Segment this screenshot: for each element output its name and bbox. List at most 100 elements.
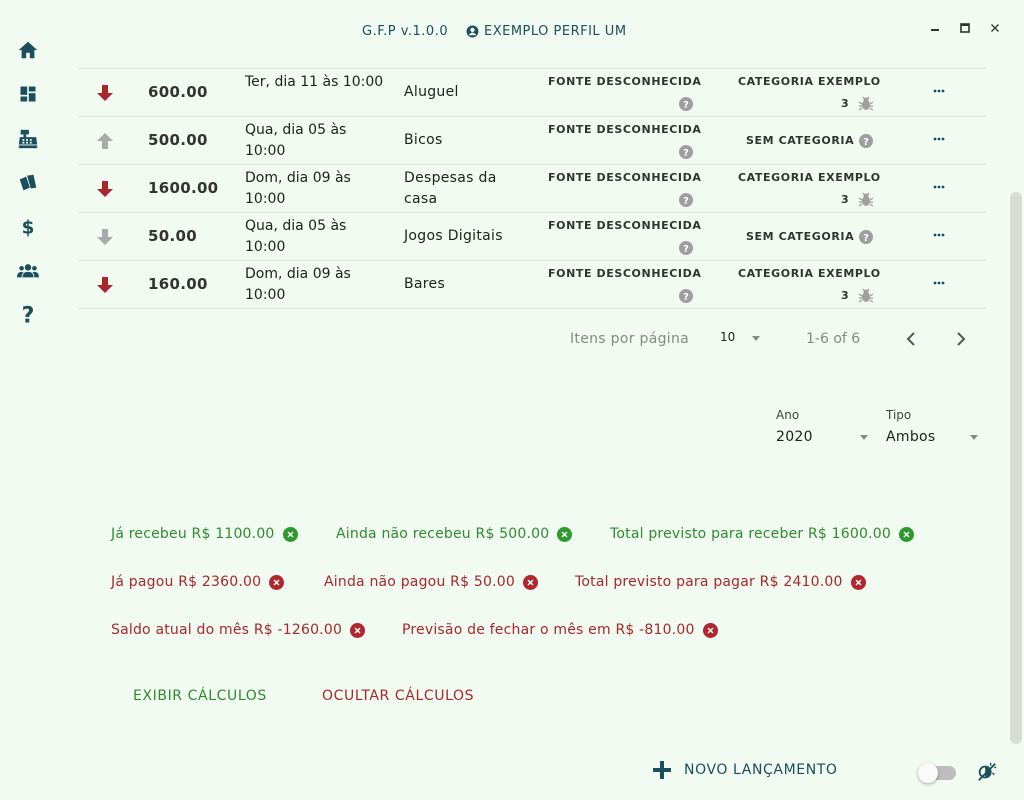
arrow-up-icon xyxy=(97,133,113,149)
row-source: FONTE DESCONHECIDA xyxy=(548,219,702,232)
svg-text:?: ? xyxy=(863,137,869,148)
help-circle-icon[interactable]: ? xyxy=(679,289,693,303)
row-more-button[interactable] xyxy=(932,131,946,147)
chip-not-received: Ainda não recebeu R$ 500.00 xyxy=(336,522,573,546)
help-circle-icon[interactable]: ? xyxy=(679,241,693,255)
table-row: 160.00 Dom, dia 09 às 10:00 Bares FONTE … xyxy=(78,261,987,309)
close-icon xyxy=(991,24,999,32)
close-icon xyxy=(527,578,534,586)
sidebar-item-cards[interactable] xyxy=(16,171,40,195)
remove-chip-button[interactable] xyxy=(850,574,866,590)
previous-page-button[interactable] xyxy=(902,330,920,348)
new-entry-label: NOVO LANÇAMENTO xyxy=(684,762,838,778)
show-calculations-button[interactable]: EXIBIR CÁLCULOS xyxy=(133,688,267,704)
sidebar-item-dashboard[interactable] xyxy=(16,82,40,106)
remove-chip-button[interactable] xyxy=(702,622,718,638)
row-more-button[interactable] xyxy=(932,227,946,243)
row-more-button[interactable] xyxy=(932,83,946,99)
svg-text:?: ? xyxy=(683,196,689,207)
row-description: Aluguel xyxy=(404,84,459,100)
chevron-down-icon xyxy=(860,435,868,440)
table-row: 500.00 Qua, dia 05 às 10:00 Bicos FONTE … xyxy=(78,117,987,165)
more-horizontal-icon xyxy=(933,281,945,285)
transactions-table: 600.00 Ter, dia 11 às 10:00 Aluguel FONT… xyxy=(78,68,987,309)
remove-chip-button[interactable] xyxy=(557,526,573,542)
more-horizontal-icon xyxy=(933,185,945,189)
chip-balance-label: Saldo atual do mês R$ -1260.00 xyxy=(111,622,343,638)
svg-text:$: $ xyxy=(22,217,35,238)
minimize-button[interactable] xyxy=(925,18,945,38)
theme-light-dark-icon[interactable] xyxy=(976,761,998,783)
next-page-button[interactable] xyxy=(952,330,970,348)
chip-forecast-label: Previsão de fechar o mês em R$ -810.00 xyxy=(402,622,695,638)
row-more-button[interactable] xyxy=(932,179,946,195)
row-category: SEM CATEGORIA xyxy=(746,134,855,147)
row-date: Dom, dia 09 às 10:00 xyxy=(245,170,351,207)
svg-text:?: ? xyxy=(22,303,35,326)
cards-icon xyxy=(19,174,37,191)
items-per-page-label: Itens por página xyxy=(570,331,690,347)
help-circle-icon[interactable]: ? xyxy=(679,145,693,159)
more-horizontal-icon xyxy=(933,233,945,237)
remove-chip-button[interactable] xyxy=(898,526,914,542)
help-circle-icon[interactable]: ? xyxy=(679,193,693,207)
app-title: G.F.P v.1.0.0 xyxy=(362,24,449,39)
row-more-button[interactable] xyxy=(932,275,946,291)
sidebar-item-cash-register[interactable] xyxy=(16,127,40,151)
minimize-icon xyxy=(931,29,939,31)
chip-total-receive: Total previsto para receber R$ 1600.00 xyxy=(610,522,914,546)
more-horizontal-icon xyxy=(933,89,945,93)
arrow-down-icon xyxy=(97,85,113,101)
help-icon: ? xyxy=(22,303,35,326)
close-button[interactable] xyxy=(985,18,1005,38)
help-circle-icon[interactable]: ? xyxy=(859,134,873,148)
row-amount: 600.00 xyxy=(148,83,208,101)
title-bar: G.F.P v.1.0.0 EXEMPLO PERFIL UM xyxy=(0,0,1024,64)
type-select[interactable]: Tipo Ambos xyxy=(886,408,986,448)
chip-paid: Já pagou R$ 2360.00 xyxy=(111,570,285,594)
remove-chip-button[interactable] xyxy=(269,574,285,590)
row-amount: 50.00 xyxy=(148,227,197,245)
chevron-right-icon xyxy=(957,332,966,346)
close-icon xyxy=(561,530,568,538)
year-select[interactable]: Ano 2020 xyxy=(776,408,876,448)
row-category: CATEGORIA EXEMPLO xyxy=(738,75,881,88)
hide-calculations-button[interactable]: OCULTAR CÁLCULOS xyxy=(322,688,474,704)
row-date: Ter, dia 11 às 10:00 xyxy=(245,74,384,90)
items-per-page-select[interactable]: 10 xyxy=(720,330,764,350)
svg-text:?: ? xyxy=(683,100,689,111)
remove-chip-button[interactable] xyxy=(522,574,538,590)
year-value: 2020 xyxy=(776,429,813,445)
table-row: 50.00 Qua, dia 05 às 10:00 Jogos Digitai… xyxy=(78,213,987,261)
profile-name: EXEMPLO PERFIL UM xyxy=(484,24,627,39)
dollar-icon: $ xyxy=(22,217,35,238)
arrow-down-icon xyxy=(97,277,113,293)
arrow-down-icon xyxy=(97,229,113,245)
account-circle-icon xyxy=(466,25,479,38)
row-category: CATEGORIA EXEMPLO xyxy=(738,171,881,184)
vertical-scrollbar[interactable] xyxy=(1008,192,1024,744)
plus-icon xyxy=(653,761,671,779)
row-category: SEM CATEGORIA xyxy=(746,230,855,243)
maximize-button[interactable] xyxy=(955,18,975,38)
sidebar-item-people[interactable] xyxy=(16,259,40,283)
sidebar-item-dollar[interactable]: $ xyxy=(16,215,40,239)
sidebar-item-help[interactable]: ? xyxy=(16,302,40,326)
profile-indicator[interactable]: EXEMPLO PERFIL UM xyxy=(466,24,627,39)
chip-not-received-label: Ainda não recebeu R$ 500.00 xyxy=(336,526,550,542)
chevron-down-icon xyxy=(752,336,760,341)
remove-chip-button[interactable] xyxy=(350,622,366,638)
type-label: Tipo xyxy=(886,408,912,422)
chip-forecast: Previsão de fechar o mês em R$ -810.00 xyxy=(402,618,718,642)
remove-chip-button[interactable] xyxy=(282,526,298,542)
type-value: Ambos xyxy=(886,429,936,445)
scrollbar-thumb[interactable] xyxy=(1010,192,1022,744)
sidebar-item-home[interactable] xyxy=(16,38,40,62)
chip-received-label: Já recebeu R$ 1100.00 xyxy=(111,526,275,542)
help-circle-icon[interactable]: ? xyxy=(859,230,873,244)
people-icon xyxy=(17,264,39,278)
help-circle-icon[interactable]: ? xyxy=(679,97,693,111)
new-entry-button[interactable]: NOVO LANÇAMENTO xyxy=(652,760,838,780)
row-category: CATEGORIA EXEMPLO xyxy=(738,267,881,280)
theme-toggle[interactable] xyxy=(918,762,958,783)
